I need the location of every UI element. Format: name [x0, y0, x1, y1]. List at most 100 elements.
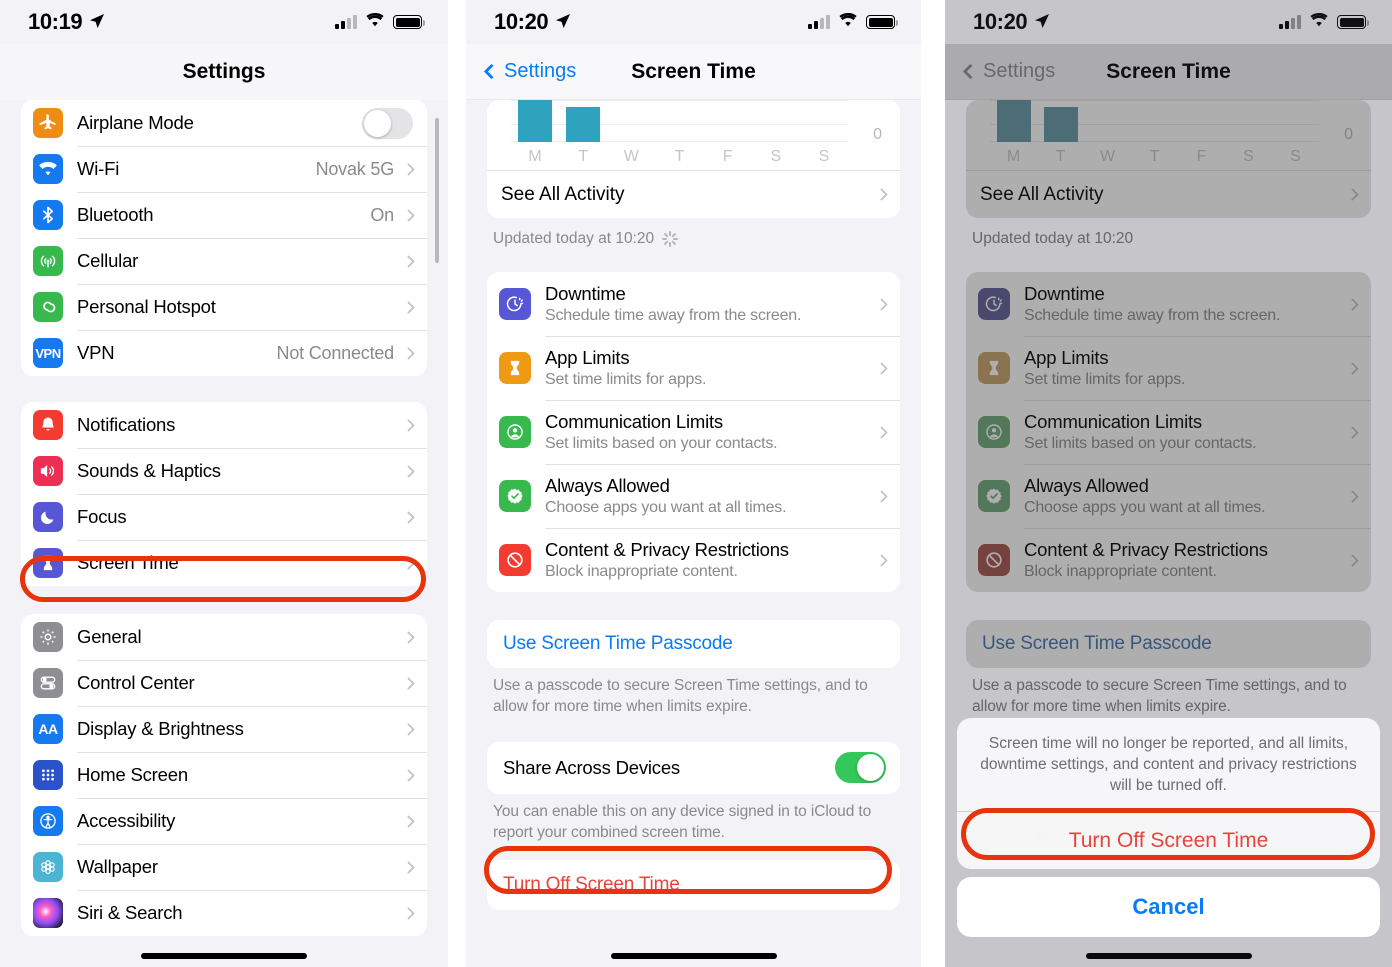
settings-row-label: Personal Hotspot	[77, 296, 216, 317]
chevron-right-icon	[875, 188, 888, 201]
settings-row-bluetooth[interactable]: Bluetooth On	[21, 192, 427, 238]
option-title: App Limits	[545, 346, 630, 368]
share-across-devices-row[interactable]: Share Across Devices	[487, 742, 900, 794]
chart-bar-col	[559, 100, 607, 142]
status-indicators	[335, 12, 425, 32]
settings-row-label: Notifications	[77, 414, 176, 435]
settings-row-label: Wallpaper	[77, 856, 158, 877]
settings-row-siri-search[interactable]: Siri & Search	[21, 890, 427, 936]
chart-tick-label: W	[623, 148, 639, 165]
settings-row-personal-hotspot[interactable]: Personal Hotspot	[21, 284, 427, 330]
chevron-right-icon	[875, 553, 888, 567]
updated-text: Updated today at 10:20	[493, 230, 655, 247]
option-row-downtime[interactable]: Downtime Schedule time away from the scr…	[487, 272, 900, 336]
settings-row-home-screen[interactable]: Home Screen	[21, 752, 427, 798]
chart-tick-label: T	[578, 148, 589, 165]
chart-tick-label: M	[528, 148, 542, 165]
settings-row-accessibility[interactable]: Accessibility	[21, 798, 427, 844]
settings-scroll-area[interactable]: Airplane Mode Wi-Fi Novak 5G Bluetooth O…	[0, 100, 448, 967]
settings-row-label: Airplane Mode	[77, 112, 194, 133]
chevron-right-icon	[402, 464, 415, 478]
back-button-label: Settings	[504, 60, 577, 82]
home-indicator	[610, 953, 777, 959]
cellular-icon	[33, 246, 63, 276]
settings-row-display-brightness[interactable]: AA Display & Brightness	[21, 706, 427, 752]
status-time-group: 10:20	[494, 9, 571, 35]
option-row-app-limits[interactable]: App Limits Set time limits for apps.	[487, 336, 900, 400]
person-circle-icon	[499, 416, 531, 448]
hourglass-icon	[499, 352, 531, 384]
settings-row-label: Focus	[77, 506, 127, 527]
settings-row-sounds-haptics[interactable]: Sounds & Haptics	[21, 448, 427, 494]
status-bar: 10:20	[466, 0, 921, 44]
action-sheet-group: Screen time will no longer be reported, …	[957, 718, 1380, 870]
settings-row-label: Sounds & Haptics	[77, 460, 221, 481]
screen-time-scroll-area[interactable]: M T W T F S S 0 See All Activity Updated…	[466, 100, 921, 967]
chart-bar-col	[655, 100, 703, 142]
chevron-right-icon	[402, 768, 415, 782]
location-arrow-icon	[555, 9, 571, 35]
share-across-devices-label: Share Across Devices	[503, 756, 680, 778]
settings-row-label: VPN	[77, 342, 115, 363]
hourglass-icon	[33, 548, 63, 578]
panel-settings-list: 10:19 Settings Airplane Mode Wi-Fi Novak…	[0, 0, 448, 967]
settings-row-focus[interactable]: Focus	[21, 494, 427, 540]
siri-icon	[33, 898, 63, 928]
share-across-devices-toggle[interactable]	[835, 752, 886, 784]
settings-row-general[interactable]: General	[21, 614, 427, 660]
chart-bar-col	[607, 100, 655, 142]
settings-row-cellular[interactable]: Cellular	[21, 238, 427, 284]
settings-row-control-center[interactable]: Control Center	[21, 660, 427, 706]
vertical-scrollbar[interactable]	[435, 118, 439, 263]
back-button[interactable]: Settings	[483, 60, 577, 83]
chevron-right-icon	[875, 361, 888, 375]
chevron-right-icon	[875, 489, 888, 503]
weekly-usage-chart[interactable]: M T W T F S S 0	[487, 100, 900, 170]
chart-bar-col	[752, 100, 800, 142]
chevron-right-icon	[402, 346, 415, 360]
option-text-block: Communication Limits Set limits based on…	[545, 410, 877, 455]
battery-icon	[393, 15, 425, 29]
nav-bar: Settings Screen Time	[466, 44, 921, 100]
nav-bar: Settings	[0, 44, 448, 100]
turn-off-screen-time-button[interactable]: Turn Off Screen Time	[487, 859, 900, 910]
option-text-block: Always Allowed Choose apps you want at a…	[545, 474, 877, 519]
settings-row-label: Display & Brightness	[77, 718, 244, 739]
page-title: Settings	[182, 60, 266, 83]
home-indicator	[141, 953, 307, 959]
use-screen-time-passcode-button[interactable]: Use Screen Time Passcode	[487, 620, 900, 668]
share-across-devices-group: Share Across Devices	[487, 741, 900, 794]
settings-row-wallpaper[interactable]: Wallpaper	[21, 844, 427, 890]
settings-row-airplane-mode[interactable]: Airplane Mode	[21, 100, 427, 146]
airplane-mode-toggle[interactable]	[362, 107, 413, 139]
option-subtitle: Set limits based on your contacts.	[545, 434, 778, 452]
settings-row-notifications[interactable]: Notifications	[21, 402, 427, 448]
chevron-right-icon	[402, 722, 415, 736]
settings-row-screen-time[interactable]: Screen Time	[21, 540, 427, 586]
see-all-activity-row[interactable]: See All Activity	[487, 170, 900, 218]
settings-row-label: Cellular	[77, 250, 139, 271]
chevron-right-icon	[402, 556, 415, 570]
action-sheet-cancel-button[interactable]: Cancel	[957, 877, 1380, 938]
chart-tick-label: S	[818, 148, 830, 165]
wifi-icon	[366, 12, 384, 32]
status-time-group: 10:19	[28, 9, 105, 35]
settings-row-wifi[interactable]: Wi-Fi Novak 5G	[21, 146, 427, 192]
status-indicators	[808, 12, 898, 32]
airplane-icon	[33, 108, 63, 138]
status-bar: 10:19	[0, 0, 448, 44]
settings-row-label: Siri & Search	[77, 902, 183, 923]
action-sheet-turn-off-button[interactable]: Turn Off Screen Time	[957, 811, 1380, 869]
home-screen-icon	[33, 760, 63, 790]
chevron-right-icon	[402, 814, 415, 828]
settings-row-label: General	[77, 626, 142, 647]
wifi-icon	[33, 154, 63, 184]
bluetooth-icon	[33, 200, 63, 230]
moon-icon	[33, 502, 63, 532]
option-row-communication-limits[interactable]: Communication Limits Set limits based on…	[487, 400, 900, 464]
option-row-content-privacy[interactable]: Content & Privacy Restrictions Block ina…	[487, 528, 900, 592]
option-title: Downtime	[545, 282, 626, 304]
option-row-always-allowed[interactable]: Always Allowed Choose apps you want at a…	[487, 464, 900, 528]
settings-row-label: Screen Time	[77, 552, 179, 573]
settings-row-vpn[interactable]: VPN VPN Not Connected	[21, 330, 427, 376]
